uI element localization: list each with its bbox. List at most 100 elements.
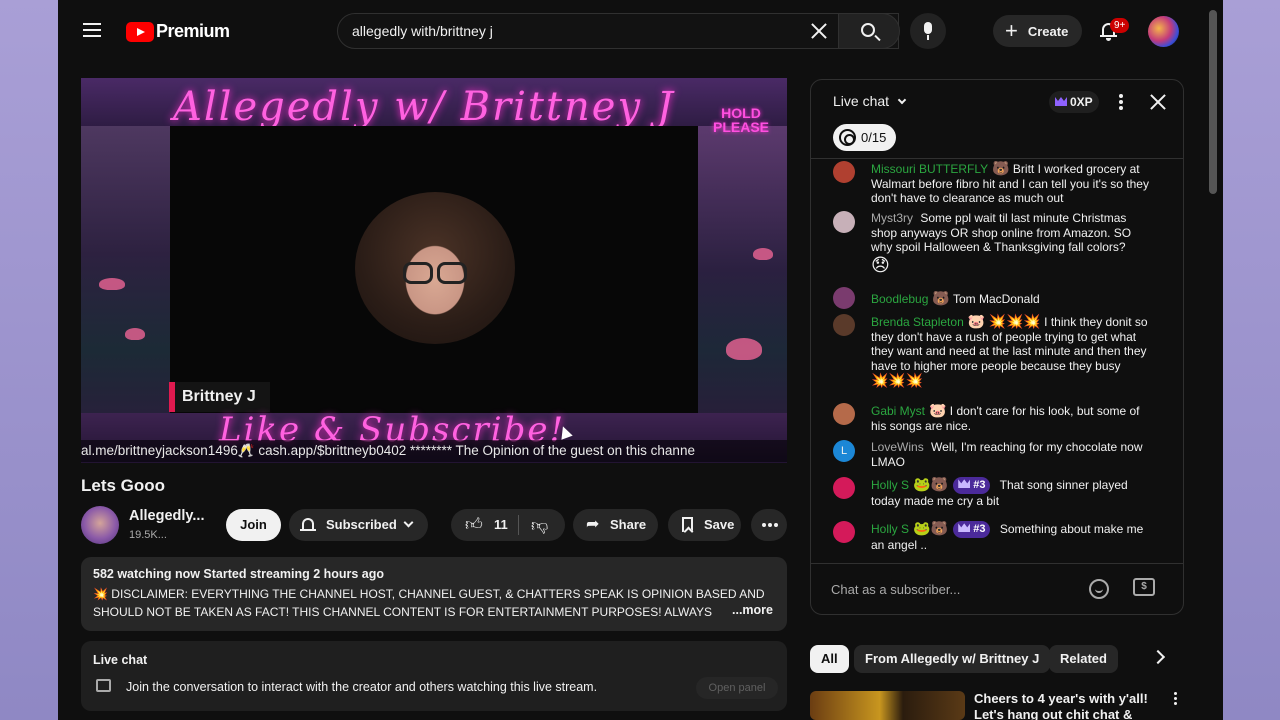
recommendation-thumbnail[interactable]: [810, 691, 965, 720]
chat-avatar[interactable]: [833, 521, 855, 543]
channel-name[interactable]: Allegedly...: [129, 508, 204, 524]
youtube-window: Premium + Create 9+: [58, 0, 1223, 720]
chat-footer-divider: [811, 563, 1183, 564]
chip-from-channel[interactable]: From Allegedly w/ Brittney J: [854, 645, 1051, 673]
create-button[interactable]: + Create: [993, 15, 1082, 47]
rank-badge: #3: [953, 477, 991, 495]
xp-button[interactable]: 0XP: [1049, 91, 1099, 113]
guest-photo: [355, 192, 515, 344]
desktop-background-left: [0, 0, 58, 720]
chat-avatar[interactable]: [833, 314, 855, 336]
crown-icon: [1055, 97, 1067, 106]
goal-progress: 0/15: [861, 130, 887, 145]
share-button[interactable]: ➦ Share: [573, 509, 658, 541]
goal-progress-chip[interactable]: 0/15: [833, 124, 897, 151]
chevron-down-icon: [897, 95, 907, 105]
chat-avatar[interactable]: [833, 403, 855, 425]
account-avatar[interactable]: [1148, 16, 1179, 47]
close-icon[interactable]: [1147, 91, 1169, 113]
channel-avatar[interactable]: [81, 506, 119, 544]
chat-avatar[interactable]: [833, 477, 855, 499]
like-button[interactable]: 👍︎ 11: [451, 509, 517, 541]
chat-avatar[interactable]: [833, 161, 855, 183]
page-scrollbar[interactable]: [1209, 10, 1217, 194]
description-meta: 582 watching now Started streaming 2 hou…: [93, 567, 385, 581]
join-button[interactable]: Join: [226, 509, 281, 541]
chip-all[interactable]: All: [810, 645, 849, 673]
lotus-decoration: [99, 278, 125, 290]
chevron-down-icon: [403, 517, 414, 528]
like-count: 11: [494, 517, 508, 532]
chat-message-body: Myst3ry Some ppl wait til last minute Ch…: [871, 211, 1151, 274]
chat-author[interactable]: Boodlebug: [871, 292, 928, 306]
save-label: Save: [704, 517, 735, 532]
chat-text: That song sinner played today made me cr…: [871, 478, 1128, 509]
chat-author[interactable]: Missouri BUTTERFLY: [871, 162, 988, 176]
description-text: 💥 DISCLAIMER: EVERYTHING THE CHANNEL HOS…: [93, 587, 765, 619]
chip-related[interactable]: Related: [1049, 645, 1118, 673]
chat-message-body: Missouri BUTTERFLY 🐻 Britt I worked groce…: [871, 161, 1151, 206]
chat-author[interactable]: Holly S: [871, 478, 909, 492]
chat-author[interactable]: LoveWins: [871, 440, 924, 454]
chat-avatar[interactable]: [833, 287, 855, 309]
search-button[interactable]: [838, 13, 900, 49]
share-icon: ➦: [586, 516, 600, 533]
disappointed-emoji-icon: 😞: [871, 254, 890, 275]
glasses: [399, 262, 471, 284]
goal-icon: [839, 129, 856, 146]
video-player[interactable]: Allegedly w/ Brittney J HOLD PLEASE Brit…: [81, 78, 787, 463]
chat-author[interactable]: Brenda Stapleton: [871, 315, 964, 329]
crown-icon: [958, 523, 971, 533]
super-chat-icon[interactable]: $: [1133, 578, 1155, 596]
dislike-button[interactable]: 👎︎: [519, 509, 565, 541]
masthead: Premium + Create 9+: [58, 0, 1223, 62]
chat-input[interactable]: [831, 577, 1111, 601]
bell-base: [1100, 35, 1117, 37]
chat-avatar[interactable]: L: [833, 440, 855, 462]
save-button[interactable]: Save: [668, 509, 741, 541]
bell-clapper: [1106, 38, 1111, 41]
chat-author[interactable]: Gabi Myst: [871, 404, 925, 418]
clear-icon[interactable]: [808, 20, 830, 42]
live-chat-card-title: Live chat: [93, 653, 148, 667]
search-box: [337, 13, 900, 49]
lotus-decoration: [753, 248, 773, 260]
rank-badge-text: #3: [973, 479, 986, 492]
recommendation-title[interactable]: Cheers to 4 year's with y'all! Let's han…: [974, 691, 1164, 720]
member-badge-icon: 🐸🐻: [913, 476, 948, 492]
chat-message-body: Gabi Myst 🐷 I don't care for his look, bu…: [871, 403, 1151, 433]
open-panel-button[interactable]: Open panel: [696, 677, 778, 699]
description-box[interactable]: 582 watching now Started streaming 2 hou…: [81, 557, 787, 631]
member-badge-icon: 🐻: [992, 160, 1010, 176]
overlay-right-scenery: [698, 126, 787, 446]
thumb-down-icon: 👎︎: [531, 516, 549, 535]
explosion-emoji-icon: 💥💥💥: [988, 313, 1041, 329]
more-actions-button[interactable]: [751, 509, 787, 541]
more-vertical-icon[interactable]: [1172, 692, 1180, 708]
member-badge-icon: 🐻: [932, 290, 950, 306]
search-icon: [861, 23, 875, 37]
subscribed-button[interactable]: Subscribed: [289, 509, 428, 541]
create-label: Create: [1027, 23, 1069, 39]
live-chat-mode-selector[interactable]: Live chat: [833, 93, 907, 109]
chevron-right-icon[interactable]: [1150, 649, 1166, 665]
emoji-icon[interactable]: [1089, 579, 1109, 599]
thumb-up-icon: 👍︎: [465, 515, 483, 534]
xp-value: 0XP: [1070, 95, 1093, 109]
more-vertical-icon[interactable]: [1116, 94, 1126, 112]
live-chat-title: Live chat: [833, 93, 890, 109]
chat-author[interactable]: Holly S: [871, 522, 909, 536]
bookmark-icon: [682, 517, 693, 532]
menu-icon[interactable]: [80, 18, 104, 42]
overlay-title: Allegedly w/ Brittney J: [173, 84, 675, 130]
chat-avatar[interactable]: [833, 211, 855, 233]
share-label: Share: [610, 517, 647, 532]
overlay-ticker: al.me/brittneyjackson1496🥂 cash.app/$bri…: [81, 440, 787, 462]
search-input[interactable]: [338, 14, 798, 48]
voice-search-button[interactable]: [910, 13, 946, 49]
description-more-link[interactable]: ...more: [728, 603, 773, 617]
chat-author[interactable]: Myst3ry: [871, 211, 913, 225]
crown-icon: [958, 479, 971, 489]
youtube-logo[interactable]: Premium: [126, 21, 230, 42]
logo-text: Premium: [156, 21, 230, 41]
